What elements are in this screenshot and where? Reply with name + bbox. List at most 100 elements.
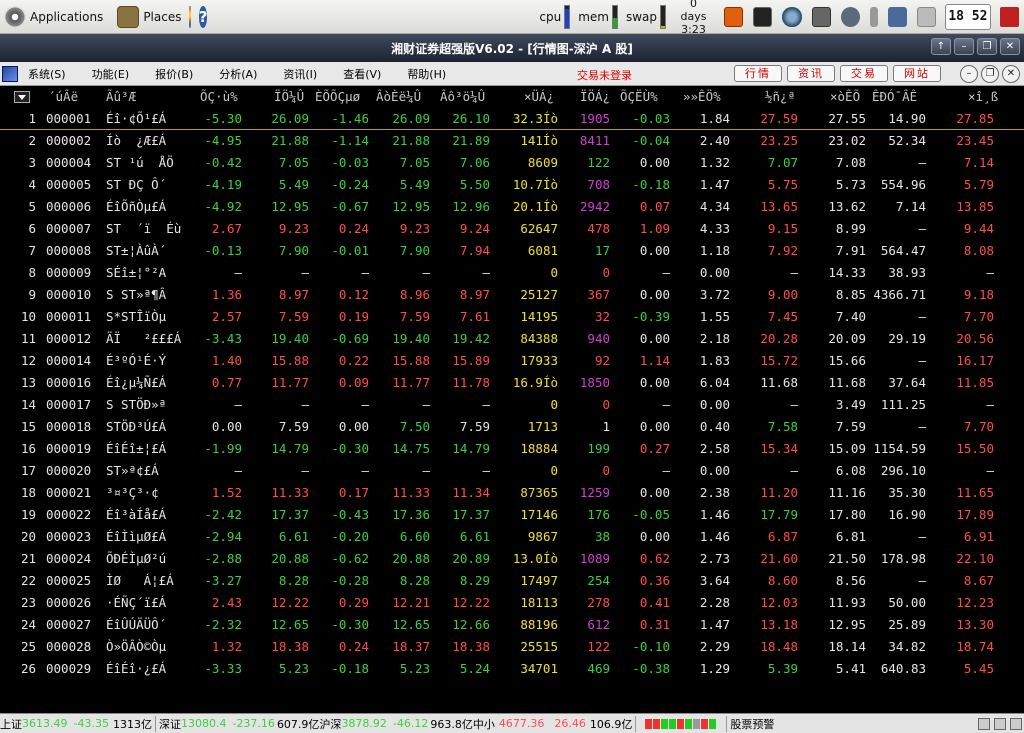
terminal-icon[interactable] <box>753 6 773 27</box>
open-price: 9.00 <box>767 287 798 302</box>
menu-info[interactable]: 资讯(I) <box>283 66 317 82</box>
stock-code: 000020 <box>46 463 92 478</box>
menu-view[interactable]: 查看(V) <box>343 66 381 82</box>
table-row[interactable]: 21 000024 ÕÐÉÌµØ²ú -2.88 20.88 -0.62 20.88 20.8… <box>0 548 1024 570</box>
column-header-total-volume[interactable]: ×ÜÁ¿ <box>524 86 554 108</box>
window-up-button[interactable]: ↑ <box>931 38 951 55</box>
menu-help[interactable]: 帮助(H) <box>407 66 446 82</box>
column-header-stock-code[interactable]: ´úÂë <box>48 86 78 108</box>
market-button[interactable]: 行情 <box>734 65 782 82</box>
total-volume: 0 <box>550 463 558 478</box>
table-row[interactable]: 17 000020 ST»ª¢£Á — — — — — 0 0 — 0.00 — 6.08 296.10 — <box>0 460 1024 482</box>
table-row[interactable]: 22 000025 ÌØ Á¦£Á -3.27 8.28 -0.28 8.28 8.29 174… <box>0 570 1024 592</box>
daily-change: -0.20 <box>331 529 369 544</box>
stock-code: 000012 <box>46 331 92 346</box>
tools-icon[interactable] <box>978 717 990 730</box>
window-minimize-button[interactable]: – <box>954 38 974 55</box>
column-header-high-price[interactable]: ×î¸ß <box>968 86 998 108</box>
network-globe-icon[interactable] <box>782 6 802 27</box>
shield-icon[interactable] <box>840 6 860 27</box>
column-header-pe-ratio[interactable]: ÊÐÓ¯ÂÊ <box>872 86 917 108</box>
mdi-restore-button[interactable]: ❐ <box>981 65 999 83</box>
filezilla-icon[interactable] <box>723 6 744 27</box>
window-title-bar[interactable]: 湘财证券超强版V6.02 - [行情图-深沪 A 股] ↑ – ❐ ✕ <box>0 34 1024 62</box>
open-price: 12.03 <box>760 595 798 610</box>
help-launcher-icon[interactable]: ? <box>198 5 208 28</box>
sort-dropdown-icon[interactable] <box>14 91 30 103</box>
table-row[interactable]: 13 000016 Éî¿µ¼Ñ£Á 0.77 11.77 0.09 11.77 11.78 1… <box>0 372 1024 394</box>
table-row[interactable]: 6 000007 ST ´ï Éù 2.67 9.23 0.24 9.23 9.24 62647… <box>0 218 1024 240</box>
column-header-prev-close[interactable]: ×òÊÕ <box>830 86 860 108</box>
table-row[interactable]: 24 000027 ÉîÛÚÄÜÔ´ -2.32 12.65 -0.30 12.65 12.6… <box>0 614 1024 636</box>
news-button[interactable]: 资讯 <box>787 65 835 82</box>
prev-close: 7.40 <box>835 309 866 324</box>
settings-icon[interactable] <box>994 717 1006 730</box>
table-row[interactable]: 25 000028 Ò»ÖÂÒ©Òµ 1.32 18.38 0.24 18.37 18.38 2… <box>0 636 1024 658</box>
menu-analysis[interactable]: 分析(A) <box>219 66 257 82</box>
mdi-minimize-button[interactable]: – <box>960 65 978 83</box>
firefox-launcher-icon[interactable] <box>189 5 191 28</box>
hs-change: -46.12 <box>392 717 429 730</box>
column-header-stock-name[interactable]: Ãû³Æ <box>106 86 136 108</box>
table-row[interactable]: 1 000001 Éî·¢Õ¹£Á -5.30 26.09 -1.46 26.09 26.10… <box>0 108 1024 130</box>
open-price: 15.72 <box>760 353 798 368</box>
table-row[interactable]: 8 000009 SÉî±¦°²A — — — — — 0 0 — 0.00 — 14.33 38.93 — <box>0 262 1024 284</box>
menu-function[interactable]: 功能(E) <box>92 66 130 82</box>
current-volume: 367 <box>587 287 610 302</box>
table-row[interactable]: 10 000011 S*STÎïÒµ 2.57 7.59 0.19 7.59 7.61 1419… <box>0 306 1024 328</box>
column-header-speed-pct[interactable]: ÕÇËÙ% <box>620 86 658 108</box>
swap-monitor[interactable]: swap <box>626 4 667 29</box>
menu-system[interactable]: 系统(S) <box>28 66 66 82</box>
applications-menu[interactable]: Applications <box>0 0 103 34</box>
table-row[interactable]: 18 000021 ³¤³Ç³·¢ 1.52 11.33 0.17 11.33 11.34 87… <box>0 482 1024 504</box>
table-row[interactable]: 4 000005 ST ÐÇ Ô´ -4.19 5.49 -0.24 5.49 5.50 10.… <box>0 174 1024 196</box>
table-row[interactable]: 9 000010 S ST»ª¶Â 1.36 8.97 0.12 8.96 8.97 25127… <box>0 284 1024 306</box>
table-row[interactable]: 16 000019 ÉîÉî±¦£Á -1.99 14.79 -0.30 14.75 14.7… <box>0 438 1024 460</box>
table-row[interactable]: 26 000029 ÉîÉî·¿£Á -3.33 5.23 -0.18 5.23 5.24 34… <box>0 658 1024 680</box>
open-price: 8.60 <box>767 573 798 588</box>
connection-icon[interactable] <box>1010 717 1022 730</box>
camera-icon[interactable] <box>811 6 831 27</box>
stock-name: ÌØ Á¦£Á <box>106 573 174 588</box>
column-header-turnover-pct[interactable]: »»ÊÖ% <box>683 86 721 108</box>
total-volume: 9867 <box>527 529 558 544</box>
volume-icon[interactable] <box>869 6 878 27</box>
table-row[interactable]: 23 000026 ·ÉÑÇ´ï£Á 2.43 12.22 0.29 12.21 12.22 1… <box>0 592 1024 614</box>
column-header-current-volume[interactable]: ÏÖÁ¿ <box>580 86 610 108</box>
column-header-change-pct[interactable]: ÕÇ·ù% <box>200 86 238 108</box>
pe-ratio: 554.96 <box>880 177 926 192</box>
table-row[interactable]: 19 000022 Éî³àÍå£Á -2.42 17.37 -0.43 17.36 17.3… <box>0 504 1024 526</box>
column-header-bid-price[interactable]: ÂòÈë¼Û <box>376 86 421 108</box>
table-row[interactable]: 3 000004 ST ¹ú ÅÖ -0.42 7.05 -0.03 7.05 7.06 860… <box>0 152 1024 174</box>
menu-quote[interactable]: 报价(B) <box>155 66 193 82</box>
clock[interactable]: 18 52 <box>944 3 991 30</box>
places-menu[interactable]: Places <box>113 0 181 34</box>
column-header-ask-price[interactable]: Âô³ö¼Û <box>440 86 485 108</box>
table-row[interactable]: 15 000018 STÖÐ³Ú£Á 0.00 7.59 0.00 7.50 7.59 1713… <box>0 416 1024 438</box>
column-header-open-price[interactable]: ½ñ¿ª <box>765 86 795 108</box>
trade-login-status[interactable]: 交易未登录 <box>577 67 632 83</box>
stock-code: 000025 <box>46 573 92 588</box>
window-restore-button[interactable]: ❐ <box>977 38 997 55</box>
column-header-daily-change[interactable]: ÈÕÕÇµø <box>315 86 360 108</box>
prev-close: 11.16 <box>828 485 866 500</box>
table-row[interactable]: 2 000002 Íò ¿Æ£Á -4.95 21.88 -1.14 21.88 21.89 1… <box>0 130 1024 152</box>
logout-icon[interactable] <box>999 6 1020 27</box>
table-row[interactable]: 7 000008 ST±¦ÀûÀ´ -0.13 7.90 -0.01 7.90 7.94 608… <box>0 240 1024 262</box>
table-row[interactable]: 20 000023 ÉîÌìµØ£Á -2.94 6.61 -0.20 6.60 6.61 98… <box>0 526 1024 548</box>
website-button[interactable]: 网站 <box>893 65 941 82</box>
table-row[interactable]: 12 000014 É³ºÓ¹É·Ý 1.40 15.88 0.22 15.88 15.89 1… <box>0 350 1024 372</box>
cpu-monitor[interactable]: cpu <box>539 4 571 29</box>
stock-alert[interactable]: 股票预警 <box>730 716 774 732</box>
window-close-button[interactable]: ✕ <box>1000 38 1020 55</box>
table-row[interactable]: 5 000006 ÉîÕñÒµ£Á -4.92 12.95 -0.67 12.95 12.96… <box>0 196 1024 218</box>
table-row[interactable]: 14 000017 S STÖÐ»ª — — — — — 0 0 — 0.00 — 3.49 111.25 — <box>0 394 1024 416</box>
trade-button[interactable]: 交易 <box>840 65 888 82</box>
mdi-close-button[interactable]: ✕ <box>1002 65 1020 83</box>
table-row[interactable]: 11 000012 ÄÏ ²£££Á -3.43 19.40 -0.69 19.40 19.4… <box>0 328 1024 350</box>
printer-icon[interactable] <box>916 6 936 27</box>
mem-monitor[interactable]: mem <box>578 4 618 29</box>
column-header-last-price[interactable]: ÏÖ¼Û <box>274 86 304 108</box>
display-icon[interactable] <box>887 6 907 27</box>
total-volume: 17146 <box>520 507 558 522</box>
